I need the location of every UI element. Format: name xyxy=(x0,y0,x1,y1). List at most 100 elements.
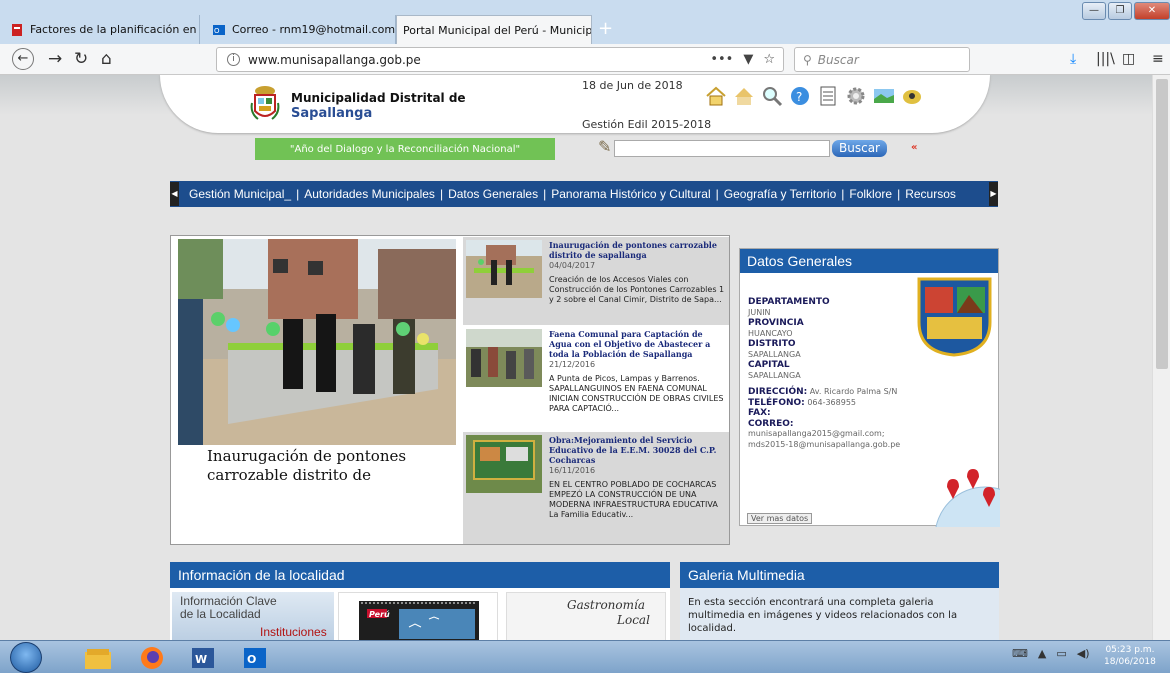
svg-text:W: W xyxy=(195,653,207,666)
menu-item-geografia[interactable]: Geografía y Territorio xyxy=(724,187,837,201)
distrito-label: DISTRITO xyxy=(748,339,796,349)
tab-correo[interactable]: O Correo - rnm19@hotmail.com ✕ xyxy=(206,15,396,44)
home-icon[interactable] xyxy=(705,85,727,107)
info-icon[interactable]: i xyxy=(227,53,240,66)
menu-item-gestion[interactable]: Gestión Municipal_ xyxy=(189,187,291,201)
featured-news-title[interactable]: Inaurugación de pontones carrozable dist… xyxy=(207,447,457,485)
news-title[interactable]: Obra:Mejoramiento del Servicio Educativo… xyxy=(549,435,727,465)
menu-left-arrow[interactable]: ◀ xyxy=(170,182,179,206)
calendar-image xyxy=(359,601,479,640)
firefox-icon[interactable] xyxy=(128,643,176,672)
menu-item-datos[interactable]: Datos Generales xyxy=(448,187,538,201)
volume-icon[interactable]: ◀) xyxy=(1077,647,1090,660)
news-item[interactable]: Faena Comunal para Captación de Agua con… xyxy=(463,326,729,430)
system-clock[interactable]: 05:23 p.m. 18/06/2018 xyxy=(1104,644,1156,668)
calendar-link[interactable]: Perú xyxy=(338,592,498,640)
provincia-value: HUANCAYO xyxy=(748,328,793,338)
tab-title: Factores de la planificación en xyxy=(30,23,197,36)
menu-item-panorama[interactable]: Panorama Histórico y Cultural xyxy=(551,187,710,201)
menu-item-folklore[interactable]: Folklore xyxy=(849,187,892,201)
search-brush-icon: ✎ xyxy=(598,137,612,156)
outlook-taskbar-icon[interactable]: O xyxy=(232,643,280,672)
tab-title: Portal Municipal del Perú - Municip xyxy=(403,23,592,37)
capital-value: SAPALLANGA xyxy=(748,370,801,380)
ver-mas-datos-button[interactable]: Ver mas datos xyxy=(747,513,813,524)
org-name-line1: Municipalidad Distrital de xyxy=(291,91,466,105)
library-icon[interactable]: |||\ xyxy=(1096,51,1115,67)
news-excerpt: Creación de los Accesos Viales con Const… xyxy=(549,275,725,304)
gastronomia-local-link[interactable]: Gastronomía Local xyxy=(506,592,666,640)
news-thumbnail[interactable] xyxy=(466,329,542,387)
document-icon[interactable] xyxy=(817,85,839,107)
news-title[interactable]: Faena Comunal para Captación de Agua con… xyxy=(549,329,727,359)
home-icon[interactable]: ⌂ xyxy=(101,49,112,69)
menu-item-recursos[interactable]: Recursos xyxy=(905,187,956,201)
fax-label: FAX: xyxy=(748,408,771,418)
news-item[interactable]: Obra:Mejoramiento del Servicio Educativo… xyxy=(463,432,729,544)
new-tab-button[interactable]: + xyxy=(598,18,613,39)
page-actions-button[interactable]: ••• xyxy=(710,52,733,67)
gastro-line1: Gastronomía xyxy=(567,598,646,612)
direccion-label: DIRECCIÓN: xyxy=(748,387,808,397)
search-magnifier-icon[interactable] xyxy=(761,85,783,107)
galeria-heading: Galeria Multimedia xyxy=(680,562,999,588)
informacion-clave-link[interactable]: Información Clave de la Localidad Instit… xyxy=(172,592,334,640)
site-search-input[interactable] xyxy=(614,140,830,157)
maximize-button[interactable]: ❐ xyxy=(1108,2,1132,20)
tab-portal-municipal[interactable]: Portal Municipal del Perú - Municip ✕ xyxy=(396,15,592,44)
instituciones-link[interactable]: Instituciones xyxy=(260,626,327,639)
system-tray: ⌨ ▲ ▭ ◀) xyxy=(1012,647,1090,660)
clock-date: 18/06/2018 xyxy=(1104,657,1156,667)
help-icon[interactable]: ? xyxy=(789,85,811,107)
gear-icon[interactable] xyxy=(845,85,867,107)
menu-icon[interactable]: ≡ xyxy=(1152,51,1164,67)
scrollbar-thumb[interactable] xyxy=(1156,79,1168,369)
file-explorer-icon[interactable] xyxy=(74,643,122,672)
network-icon[interactable]: ▭ xyxy=(1056,647,1066,660)
featured-news-image[interactable] xyxy=(178,239,456,445)
tab-factores[interactable]: Factores de la planificación en ✕ xyxy=(4,15,200,44)
close-icon[interactable]: ✕ xyxy=(197,22,199,37)
clock-time: 05:23 p.m. xyxy=(1105,645,1155,655)
forward-button[interactable]: → xyxy=(48,49,62,69)
bookmark-star-icon[interactable]: ☆ xyxy=(763,52,775,67)
search-placeholder: Buscar xyxy=(817,52,859,67)
close-window-button[interactable]: ✕ xyxy=(1134,2,1170,20)
minimize-button[interactable]: — xyxy=(1082,2,1106,20)
menu-item-autoridades[interactable]: Autoridades Municipales xyxy=(304,187,435,201)
site-search-button[interactable]: Buscar xyxy=(832,140,887,157)
url-text: www.munisapallanga.gob.pe xyxy=(248,52,421,67)
url-bar[interactable]: i www.munisapallanga.gob.pe ••• ▼ ☆ xyxy=(216,47,784,72)
news-thumbnail[interactable] xyxy=(466,240,542,298)
search-options-arrows[interactable]: « xyxy=(911,142,917,153)
tray-expand-icon[interactable]: ▲ xyxy=(1038,647,1046,660)
keyboard-icon[interactable]: ⌨ xyxy=(1012,647,1028,660)
org-name-line2: Sapallanga xyxy=(291,106,373,121)
main-menu: ◀ Gestión Municipal_ | Autoridades Munici… xyxy=(170,181,998,207)
datos-generales-heading: Datos Generales xyxy=(740,249,998,273)
correo-value-2: mds2015-18@munisapallanga.gob.pe xyxy=(748,439,901,449)
search-input[interactable]: ⚲ Buscar xyxy=(794,47,970,72)
back-button[interactable]: ← xyxy=(12,48,34,70)
correo-value-1: munisapallanga2015@gmail.com; xyxy=(748,429,885,438)
page-scrollbar[interactable] xyxy=(1152,75,1170,640)
browser-tab-bar: Factores de la planificación en ✕ O Corr… xyxy=(0,0,1170,44)
news-title[interactable]: Inaurugación de pontones carrozable dist… xyxy=(549,240,727,260)
news-slider: Inaurugación de pontones carrozable dist… xyxy=(170,235,730,545)
clave-line2: de la Localidad xyxy=(180,607,261,621)
departamento-label: DEPARTAMENTO xyxy=(748,297,830,307)
webcam-icon[interactable] xyxy=(901,85,923,107)
gastro-line2: Local xyxy=(617,613,650,627)
galeria-description: En esta sección encontrará una completa … xyxy=(680,588,999,640)
reload-button[interactable]: ↻ xyxy=(74,49,88,69)
pocket-icon[interactable]: ▼ xyxy=(743,52,753,67)
word-icon[interactable]: W xyxy=(180,643,228,672)
folder-home-icon[interactable] xyxy=(733,85,755,107)
news-thumbnail[interactable] xyxy=(466,435,542,493)
sidebar-icon[interactable]: ◫ xyxy=(1122,51,1135,67)
news-item[interactable]: Inaurugación de pontones carrozable dist… xyxy=(463,237,729,325)
download-icon[interactable]: ⤓ xyxy=(1070,51,1076,67)
menu-right-arrow[interactable]: ▶ xyxy=(989,182,998,206)
start-button[interactable] xyxy=(10,642,42,673)
landscape-icon[interactable] xyxy=(873,85,895,107)
